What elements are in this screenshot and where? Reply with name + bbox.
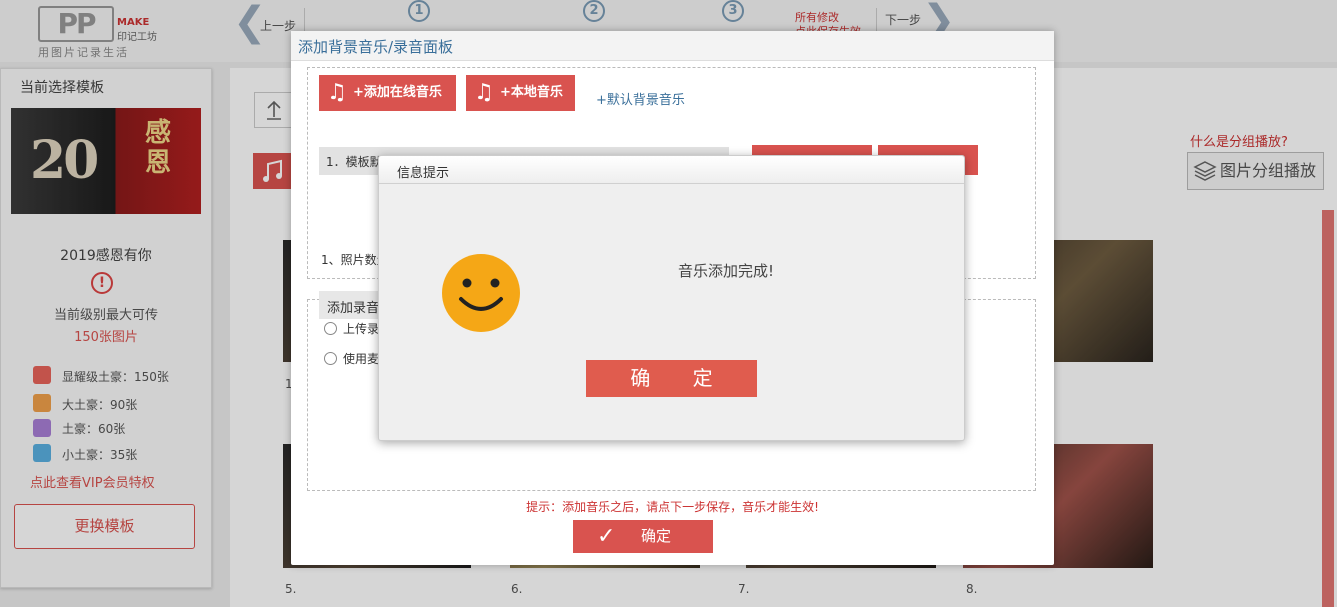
- save-hint: 提示：添加音乐之后，请点下一步保存，音乐才能生效!: [526, 500, 819, 514]
- mic-recording-radio[interactable]: [324, 352, 337, 365]
- ok-button[interactable]: 确 定: [586, 360, 757, 397]
- default-bgm-link[interactable]: +默认背景音乐: [596, 89, 685, 108]
- smiley-icon: [442, 254, 520, 332]
- add-local-music-label: +本地音乐: [500, 85, 563, 100]
- panel-confirm-button[interactable]: ✓ 确定: [573, 520, 713, 553]
- message-text: 音乐添加完成!: [678, 262, 775, 280]
- track-label: 1．模板默: [326, 155, 382, 169]
- add-local-music-button[interactable]: ♫ +本地音乐: [466, 75, 575, 111]
- panel-confirm-label: 确定: [640, 527, 671, 545]
- add-online-music-button[interactable]: ♫ +添加在线音乐: [319, 75, 456, 111]
- message-box-header: [379, 156, 964, 184]
- upload-recording-radio[interactable]: [324, 322, 337, 335]
- message-box: 信息提示 音乐添加完成! 确 定: [378, 155, 965, 441]
- check-icon: ✓: [597, 524, 616, 549]
- add-online-music-label: +添加在线音乐: [353, 85, 442, 100]
- message-box-title: 信息提示: [397, 166, 450, 181]
- record-title: 添加录音: [327, 301, 380, 316]
- music-note-icon: ♫: [474, 80, 494, 105]
- music-note-icon: ♫: [327, 80, 347, 105]
- music-panel-title: 添加背景音乐/录音面板: [298, 38, 454, 56]
